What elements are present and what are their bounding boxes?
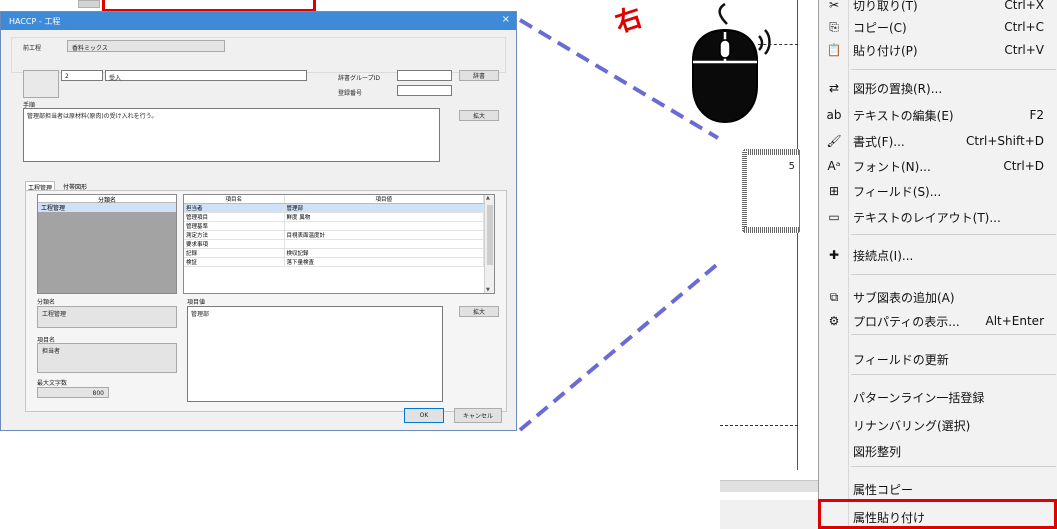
menu-item-label: フィールドの更新 xyxy=(853,352,949,367)
menu-item[interactable]: 属性コピー xyxy=(819,478,1057,500)
menu-item-shortcut: Ctrl+D xyxy=(1003,159,1044,173)
menu-item-label: テキストの編集(E) xyxy=(853,108,954,123)
menu-item[interactable]: ⚙ プロパティの表示... Alt+Enter xyxy=(819,310,1057,332)
context-menu: ✂ 切り取り(T) Ctrl+X ⎘ コピー(C) Ctrl+C 📋 貼り付け(P) Ctrl+… xyxy=(818,0,1057,529)
canvas-footer xyxy=(720,500,818,529)
menu-item-label: テキストのレイアウト(T)... xyxy=(853,210,1001,225)
menu-item-label: サブ図表の追加(A) xyxy=(853,290,955,305)
menu-item[interactable]: ab テキストの編集(E) F2 xyxy=(819,104,1057,126)
canvas-dotted-line xyxy=(720,425,798,426)
menu-item-label: 図形の置換(R)... xyxy=(853,81,943,96)
scissors-icon: ✂ xyxy=(828,0,840,12)
menu-item[interactable]: ⧉ サブ図表の追加(A) xyxy=(819,286,1057,308)
menu-item-shortcut: Ctrl+Shift+D xyxy=(966,134,1044,148)
menu-item[interactable]: フィールドの更新 xyxy=(819,348,1057,370)
menu-item-shortcut: Ctrl+C xyxy=(1004,20,1044,34)
menu-item-label: プロパティの表示... xyxy=(853,314,960,329)
menu-item-label: 切り取り(T) xyxy=(853,0,918,13)
paste-icon: 📋 xyxy=(826,43,842,57)
menu-item-shortcut: Ctrl+X xyxy=(1004,0,1044,12)
menu-item-shortcut: Alt+Enter xyxy=(985,314,1044,328)
menu-item-shortcut: Ctrl+V xyxy=(1004,43,1044,57)
menu-item[interactable]: リナンバリング(選択) xyxy=(819,414,1057,436)
menu-item-label: 貼り付け(P) xyxy=(853,43,918,58)
menu-item[interactable]: ✂ 切り取り(T) Ctrl+X xyxy=(819,0,1057,16)
menu-item-label: コピー(C) xyxy=(853,20,907,35)
replace-shape-icon: ⇄ xyxy=(828,81,840,95)
add-subdiagram-icon: ⧉ xyxy=(829,289,839,304)
format-icon: 🖌 xyxy=(826,134,842,148)
selection-handle xyxy=(744,227,799,233)
menu-item[interactable]: Aᵃ フォント(N)... Ctrl+D xyxy=(819,155,1057,177)
highlight-red-box-menu xyxy=(818,499,1057,529)
menu-item-label: 接続点(I)... xyxy=(853,248,914,263)
menu-item[interactable]: ▭ テキストのレイアウト(T)... xyxy=(819,206,1057,228)
properties-icon: ⚙ xyxy=(828,314,840,328)
menu-item-label: 図形整列 xyxy=(853,444,902,459)
menu-item[interactable]: パターンライン一括登録 xyxy=(819,386,1057,408)
menu-item[interactable]: ✚ 接続点(I)... xyxy=(819,244,1057,266)
menu-separator xyxy=(851,274,1056,275)
edit-text-icon: ab xyxy=(826,108,842,122)
selected-process-shape[interactable]: 5 xyxy=(742,149,800,233)
selection-handle xyxy=(744,149,799,155)
menu-separator xyxy=(851,69,1056,70)
canvas-dotted-line xyxy=(758,44,798,45)
shape-number: 5 xyxy=(788,161,795,172)
menu-item[interactable]: 図形整列 xyxy=(819,440,1057,462)
menu-item[interactable]: ⎘ コピー(C) Ctrl+C xyxy=(819,16,1057,38)
menu-item-shortcut: F2 xyxy=(1029,108,1044,122)
copy-icon: ⎘ xyxy=(829,19,839,34)
menu-separator xyxy=(851,234,1056,235)
menu-item-label: フォント(N)... xyxy=(853,159,931,174)
connection-point-icon: ✚ xyxy=(828,248,840,262)
menu-item[interactable]: ⊞ フィールド(S)... xyxy=(819,180,1057,202)
menu-item-label: フィールド(S)... xyxy=(853,184,942,199)
menu-separator xyxy=(851,334,1056,335)
selection-handle xyxy=(742,151,747,231)
callout-line-bottom xyxy=(518,260,722,432)
menu-separator xyxy=(851,374,1056,375)
menu-item-label: リナンバリング(選択) xyxy=(853,418,971,433)
menu-item[interactable]: ⇄ 図形の置換(R)... xyxy=(819,77,1057,99)
menu-item-label: パターンライン一括登録 xyxy=(853,390,985,405)
field-icon: ⊞ xyxy=(828,184,840,198)
menu-item[interactable]: 📋 貼り付け(P) Ctrl+V xyxy=(819,39,1057,61)
canvas-connector-line xyxy=(797,0,798,470)
menu-separator xyxy=(851,466,1056,467)
menu-item-label: 属性コピー xyxy=(853,482,914,497)
menu-item[interactable]: 🖌 書式(F)... Ctrl+Shift+D xyxy=(819,130,1057,152)
text-layout-icon: ▭ xyxy=(828,210,840,224)
mouse-icon xyxy=(692,2,771,124)
menu-item-label: 書式(F)... xyxy=(853,134,905,149)
font-icon: Aᵃ xyxy=(827,159,841,173)
canvas-scroll-strip xyxy=(720,480,818,492)
